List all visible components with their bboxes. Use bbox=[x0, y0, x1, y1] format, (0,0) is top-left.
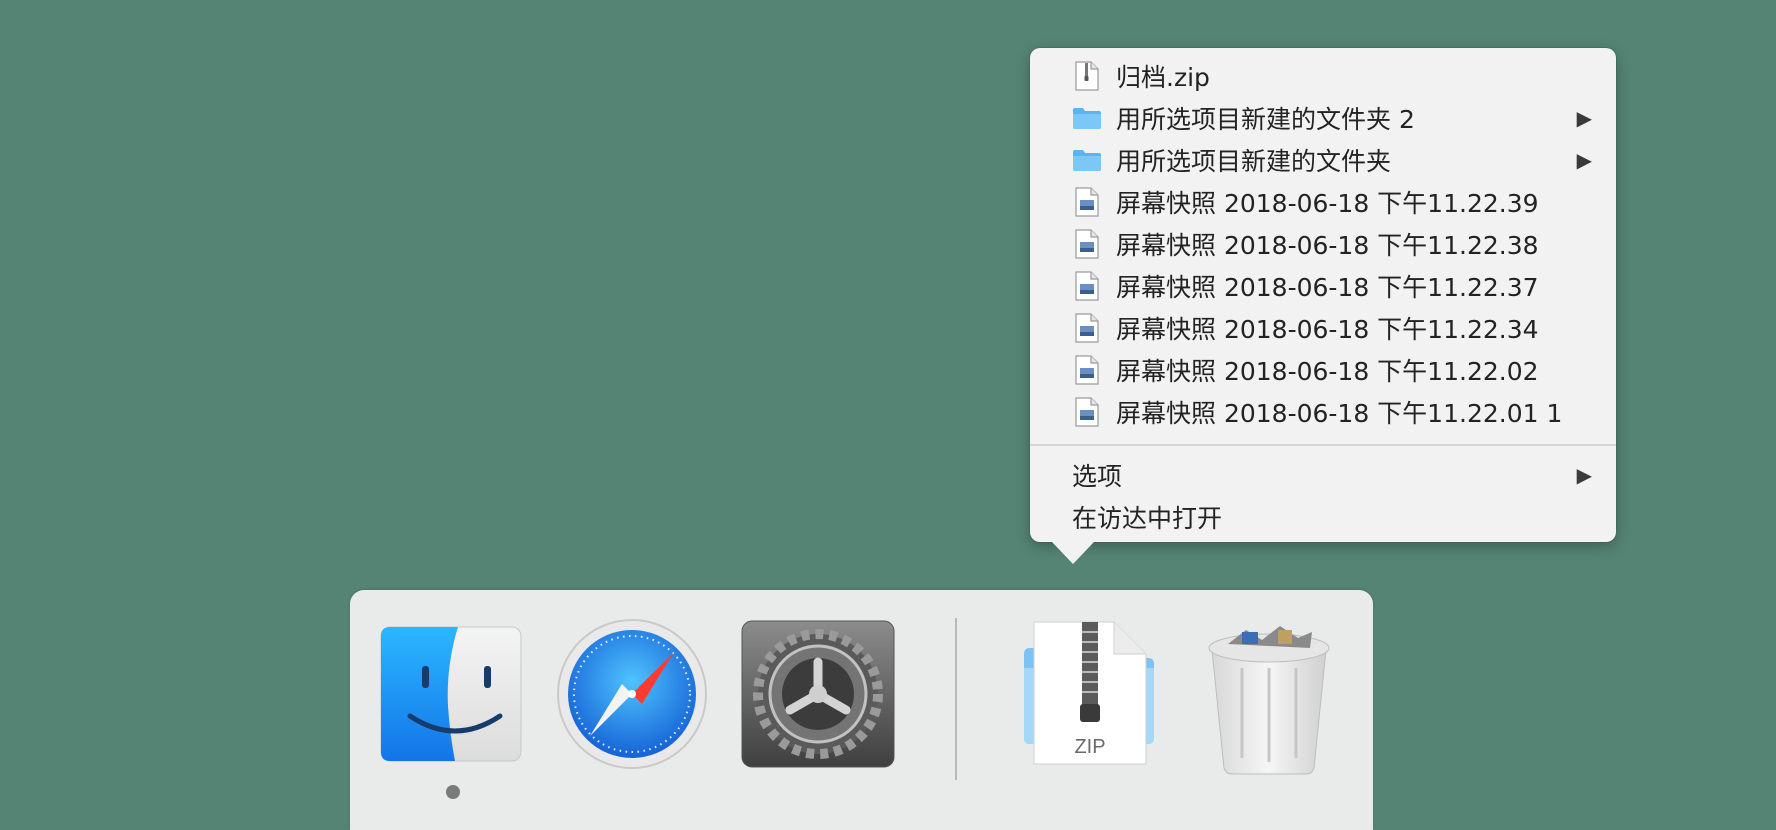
trash-icon bbox=[1208, 626, 1330, 775]
menu-item-new-folder[interactable]: 用所选项目新建的文件夹 ▶ bbox=[1030, 139, 1616, 181]
menu-item-label: 屏幕快照 2018-06-18 下午11.22.01 1 bbox=[1116, 399, 1563, 428]
folder-icon bbox=[1072, 144, 1102, 176]
zip-file-icon bbox=[1072, 60, 1102, 92]
stack-popup-menu: 归档.zip 用所选项目新建的文件夹 2 ▶ 用所选项目新建的文件夹 ▶ 屏幕快… bbox=[1030, 48, 1616, 564]
menu-item-label: 选项 bbox=[1072, 462, 1123, 491]
menu-item-screenshot[interactable]: 屏幕快照 2018-06-18 下午11.22.02 bbox=[1030, 349, 1616, 391]
dock-item-safari[interactable] bbox=[556, 618, 708, 774]
image-file-icon bbox=[1072, 186, 1102, 218]
running-indicator bbox=[446, 785, 460, 799]
menu-separator bbox=[1030, 444, 1616, 446]
submenu-arrow-icon: ▶ bbox=[1576, 106, 1592, 130]
popup-pointer bbox=[1052, 542, 1094, 564]
dock: ZIP bbox=[350, 590, 1373, 830]
menu-item-options[interactable]: 选项 ▶ bbox=[1030, 454, 1616, 496]
desktop: 归档.zip 用所选项目新建的文件夹 2 ▶ 用所选项目新建的文件夹 ▶ 屏幕快… bbox=[0, 0, 1776, 830]
image-file-icon bbox=[1072, 228, 1102, 260]
menu-item-label: 屏幕快照 2018-06-18 下午11.22.02 bbox=[1116, 357, 1539, 386]
zip-label: ZIP bbox=[1074, 736, 1105, 758]
image-file-icon bbox=[1072, 270, 1102, 302]
dock-divider bbox=[955, 618, 957, 780]
zip-stack-icon: ZIP bbox=[1024, 621, 1154, 765]
menu-item-label: 屏幕快照 2018-06-18 下午11.22.38 bbox=[1116, 231, 1539, 260]
menu-item-screenshot[interactable]: 屏幕快照 2018-06-18 下午11.22.37 bbox=[1030, 265, 1616, 307]
menu-item-label: 屏幕快照 2018-06-18 下午11.22.39 bbox=[1116, 189, 1539, 218]
stack-options-list: 选项 ▶ 在访达中打开 bbox=[1030, 454, 1616, 538]
gear-icon bbox=[741, 620, 895, 768]
image-file-icon bbox=[1072, 312, 1102, 344]
menu-item-screenshot[interactable]: 屏幕快照 2018-06-18 下午11.22.34 bbox=[1030, 307, 1616, 349]
menu-item-archive-zip[interactable]: 归档.zip bbox=[1030, 55, 1616, 97]
dock-item-system-preferences[interactable] bbox=[741, 620, 895, 772]
image-file-icon bbox=[1072, 396, 1102, 428]
menu-item-open-in-finder[interactable]: 在访达中打开 bbox=[1030, 496, 1616, 538]
dock-item-finder[interactable] bbox=[380, 626, 522, 766]
menu-item-screenshot[interactable]: 屏幕快照 2018-06-18 下午11.22.39 bbox=[1030, 181, 1616, 223]
menu-item-new-folder-2[interactable]: 用所选项目新建的文件夹 2 ▶ bbox=[1030, 97, 1616, 139]
menu-item-label: 在访达中打开 bbox=[1072, 504, 1223, 533]
submenu-arrow-icon: ▶ bbox=[1576, 463, 1592, 487]
menu-item-label: 屏幕快照 2018-06-18 下午11.22.34 bbox=[1116, 315, 1539, 344]
menu-item-label: 用所选项目新建的文件夹 2 bbox=[1116, 105, 1415, 134]
dock-item-downloads-stack[interactable]: ZIP bbox=[1018, 618, 1160, 772]
image-file-icon bbox=[1072, 354, 1102, 386]
folder-icon bbox=[1072, 102, 1102, 134]
safari-compass-icon bbox=[557, 619, 707, 769]
finder-icon bbox=[380, 626, 522, 762]
submenu-arrow-icon: ▶ bbox=[1576, 148, 1592, 172]
menu-item-label: 用所选项目新建的文件夹 bbox=[1116, 147, 1392, 176]
menu-item-screenshot[interactable]: 屏幕快照 2018-06-18 下午11.22.01 1 bbox=[1030, 391, 1616, 433]
dock-item-trash[interactable] bbox=[1202, 618, 1336, 780]
stack-file-list: 归档.zip 用所选项目新建的文件夹 2 ▶ 用所选项目新建的文件夹 ▶ 屏幕快… bbox=[1030, 55, 1616, 433]
menu-item-label: 屏幕快照 2018-06-18 下午11.22.37 bbox=[1116, 273, 1539, 302]
menu-item-label: 归档.zip bbox=[1116, 63, 1210, 92]
menu-item-screenshot[interactable]: 屏幕快照 2018-06-18 下午11.22.38 bbox=[1030, 223, 1616, 265]
